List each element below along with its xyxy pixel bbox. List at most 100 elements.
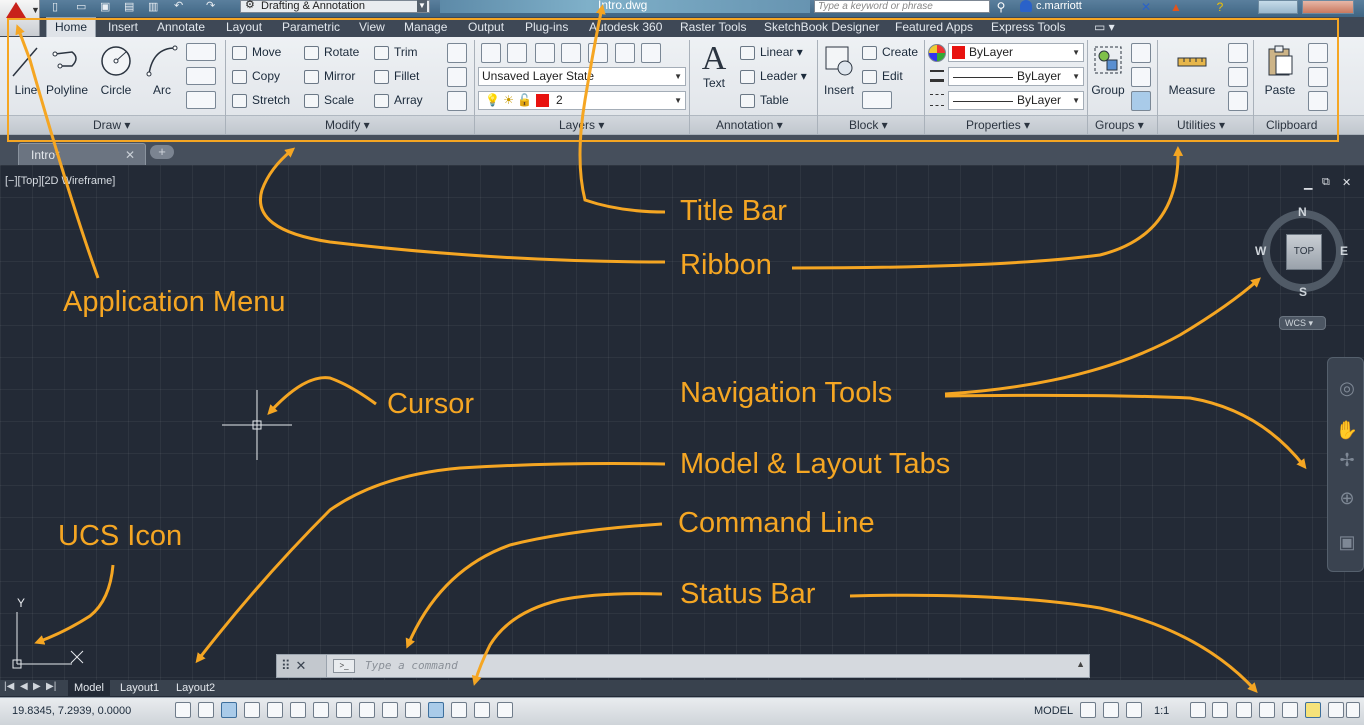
match-properties-icon[interactable] xyxy=(928,44,946,62)
clean-screen-icon[interactable] xyxy=(1346,702,1360,718)
close-icon[interactable]: ✕ xyxy=(125,148,135,162)
last-tab-icon[interactable]: ▶| xyxy=(46,681,56,692)
dynamic-ucs-icon[interactable] xyxy=(359,702,375,718)
tab-layout2[interactable]: Layout2 xyxy=(170,680,221,696)
color-select[interactable]: ByLayer ▼ xyxy=(948,43,1084,62)
command-line-grip[interactable]: ⠿✕🔧 xyxy=(277,655,327,695)
annotation-monitor-icon[interactable] xyxy=(497,702,513,718)
tab-express-tools[interactable]: Express Tools xyxy=(991,19,1065,37)
undo-icon[interactable]: ↶ xyxy=(174,0,183,12)
autoscale-icon[interactable] xyxy=(1212,702,1228,718)
edit-block-button[interactable]: Edit xyxy=(862,67,903,85)
restore-icon[interactable]: ⧉ xyxy=(1322,176,1330,189)
block-attribute-icon[interactable] xyxy=(862,91,892,109)
close-icon[interactable]: ✕ xyxy=(1342,176,1351,189)
tab-manage[interactable]: Manage xyxy=(404,19,447,37)
quick-select-icon[interactable] xyxy=(1228,43,1248,63)
copy-clip-icon[interactable] xyxy=(1308,67,1328,87)
show-lineweight-icon[interactable] xyxy=(405,702,421,718)
lineweight-select[interactable]: ByLayer ▼ xyxy=(948,91,1084,110)
linear-dimension-button[interactable]: Linear ▾ xyxy=(740,43,803,61)
search-input[interactable]: Type a keyword or phrase xyxy=(814,0,990,13)
move-button[interactable]: Move xyxy=(232,43,281,61)
application-menu-button[interactable]: ▼ xyxy=(0,0,40,36)
stretch-button[interactable]: Stretch xyxy=(232,91,290,109)
tab-annotate[interactable]: Annotate xyxy=(157,19,205,37)
plot-icon[interactable]: ▥ xyxy=(148,0,158,13)
arc-button[interactable]: Arc xyxy=(142,44,182,97)
orbit-icon[interactable]: ⊕ xyxy=(1335,486,1359,510)
create-block-button[interactable]: Create xyxy=(862,43,918,61)
user-signin[interactable]: c.marriott xyxy=(1020,0,1082,13)
panel-title-layers[interactable]: Layers ▾ xyxy=(559,118,604,132)
trim-button[interactable]: Trim xyxy=(374,43,418,61)
saveas-icon[interactable]: ▤ xyxy=(124,0,134,13)
explode-icon[interactable] xyxy=(447,67,467,87)
paste-button[interactable]: Paste xyxy=(1260,44,1300,97)
copy-button[interactable]: Copy xyxy=(232,67,280,85)
array-button[interactable]: Array xyxy=(374,91,423,109)
tab-layout[interactable]: Layout xyxy=(226,19,262,37)
panel-title-block[interactable]: Block ▾ xyxy=(849,118,888,132)
first-tab-icon[interactable]: |◀ xyxy=(4,681,14,692)
layer-state-select[interactable]: Unsaved Layer State ▼ xyxy=(478,67,686,86)
cut-icon[interactable] xyxy=(1308,43,1328,63)
snap-mode-icon[interactable] xyxy=(198,702,214,718)
tab-view[interactable]: View xyxy=(359,19,385,37)
viewcube[interactable]: TOP N S E W xyxy=(1255,205,1348,299)
help-icon[interactable]: ? xyxy=(1212,0,1228,14)
rotate-button[interactable]: Rotate xyxy=(304,43,359,61)
isolate-objects-icon[interactable] xyxy=(1305,702,1321,718)
group-edit-icon[interactable] xyxy=(1131,67,1151,87)
panel-title-properties[interactable]: Properties ▾ xyxy=(966,118,1030,132)
chevron-up-icon[interactable]: ▲ xyxy=(1076,659,1085,669)
ortho-mode-icon[interactable] xyxy=(244,702,260,718)
offset-icon[interactable] xyxy=(447,91,467,111)
infer-constraints-icon[interactable] xyxy=(175,702,191,718)
annotation-scale-icon[interactable] xyxy=(1126,702,1142,718)
panel-title-draw[interactable]: Draw ▾ xyxy=(93,118,130,132)
minimize-icon[interactable]: ▁ xyxy=(1304,177,1312,190)
object-snap-tracking-icon[interactable] xyxy=(336,702,352,718)
toolbar-lock-icon[interactable] xyxy=(1259,702,1275,718)
dynamic-input-icon[interactable] xyxy=(382,702,398,718)
file-tab-intro[interactable]: Intro* ✕ xyxy=(18,143,146,165)
layer-off-icon[interactable] xyxy=(535,43,555,63)
app-store-icon[interactable]: ▲ xyxy=(1168,0,1184,14)
hatch-icon[interactable] xyxy=(186,67,216,85)
tab-featured-apps[interactable]: Featured Apps xyxy=(895,19,973,37)
ribbon-options-icon[interactable]: ▭ ▾ xyxy=(1094,19,1115,37)
command-input[interactable]: Type a command xyxy=(333,658,1073,674)
layer-lock-icon[interactable] xyxy=(588,43,608,63)
tab-autodesk360[interactable]: Autodesk 360 xyxy=(589,19,662,37)
status-menu-icon[interactable] xyxy=(1328,702,1344,718)
match-clip-icon[interactable] xyxy=(1308,91,1328,111)
tab-sketchbook-designer[interactable]: SketchBook Designer xyxy=(764,19,879,37)
compass-south[interactable]: S xyxy=(1299,285,1307,299)
redo-icon[interactable]: ↷ xyxy=(206,0,215,12)
erase-icon[interactable] xyxy=(447,43,467,63)
next-tab-icon[interactable]: ▶ xyxy=(33,681,41,692)
panel-title-modify[interactable]: Modify ▾ xyxy=(325,118,370,132)
showmotion-icon[interactable]: ▣ xyxy=(1335,530,1359,554)
layer-select[interactable]: 💡 ☀ 🔓 2 ▼ xyxy=(478,91,686,110)
exchange-icon[interactable]: ✕ xyxy=(1138,0,1154,14)
layer-walk-icon[interactable] xyxy=(641,43,661,63)
insert-block-button[interactable]: Insert xyxy=(821,44,857,97)
circle-button[interactable]: Circle xyxy=(96,44,136,97)
panel-title-annotation[interactable]: Annotation ▾ xyxy=(716,118,783,132)
layer-iso-icon[interactable] xyxy=(507,43,527,63)
layer-match-icon[interactable] xyxy=(615,43,635,63)
tab-plugins[interactable]: Plug-ins xyxy=(525,19,568,37)
measure-button[interactable]: Measure xyxy=(1166,44,1218,97)
scale-button[interactable]: Scale xyxy=(304,91,354,109)
tab-insert[interactable]: Insert xyxy=(108,19,138,37)
polar-tracking-icon[interactable] xyxy=(267,702,283,718)
new-icon[interactable]: ▯ xyxy=(52,0,58,13)
group-select-icon[interactable] xyxy=(1131,91,1151,111)
table-button[interactable]: Table xyxy=(740,91,789,109)
window-close-button[interactable] xyxy=(1302,0,1354,14)
model-space-toggle[interactable]: MODEL xyxy=(1034,705,1073,717)
compass-east[interactable]: E xyxy=(1340,244,1348,258)
fillet-button[interactable]: Fillet xyxy=(374,67,419,85)
